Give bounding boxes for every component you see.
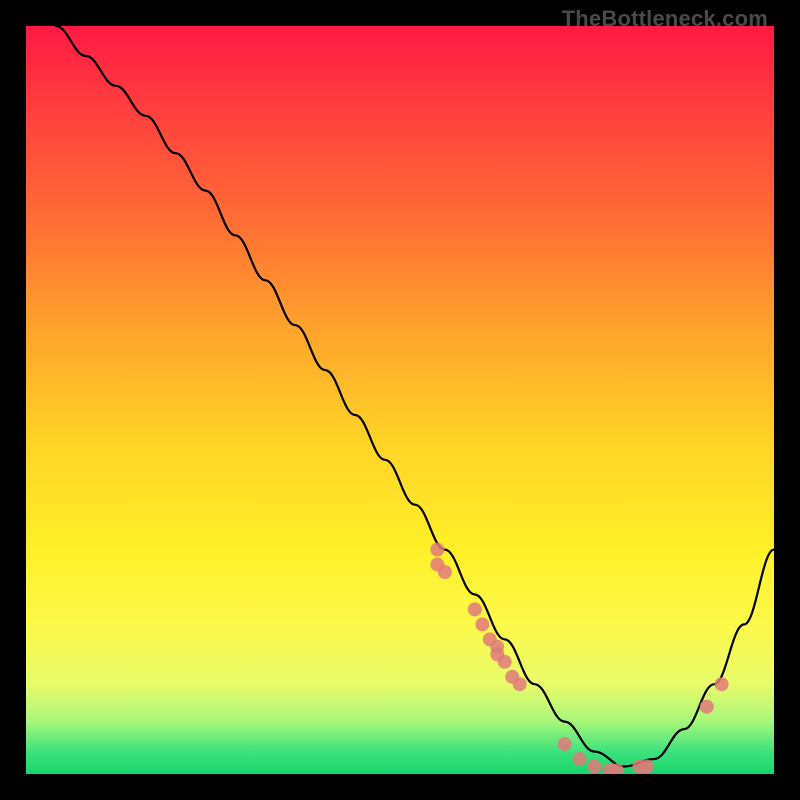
data-point-marker [715,677,729,691]
marker-group [430,543,728,774]
data-point-marker [438,565,452,579]
data-point-marker [498,655,512,669]
data-point-marker [700,700,714,714]
chart-frame [26,26,774,774]
data-point-marker [513,677,527,691]
data-point-marker [468,602,482,616]
data-point-marker [640,760,654,774]
watermark-text: TheBottleneck.com [562,6,768,32]
chart-svg [26,26,774,774]
data-point-marker [430,543,444,557]
data-point-marker [475,617,489,631]
data-point-marker [558,737,572,751]
data-point-marker [573,752,587,766]
bottleneck-curve-path [56,26,774,767]
data-point-marker [588,760,602,774]
